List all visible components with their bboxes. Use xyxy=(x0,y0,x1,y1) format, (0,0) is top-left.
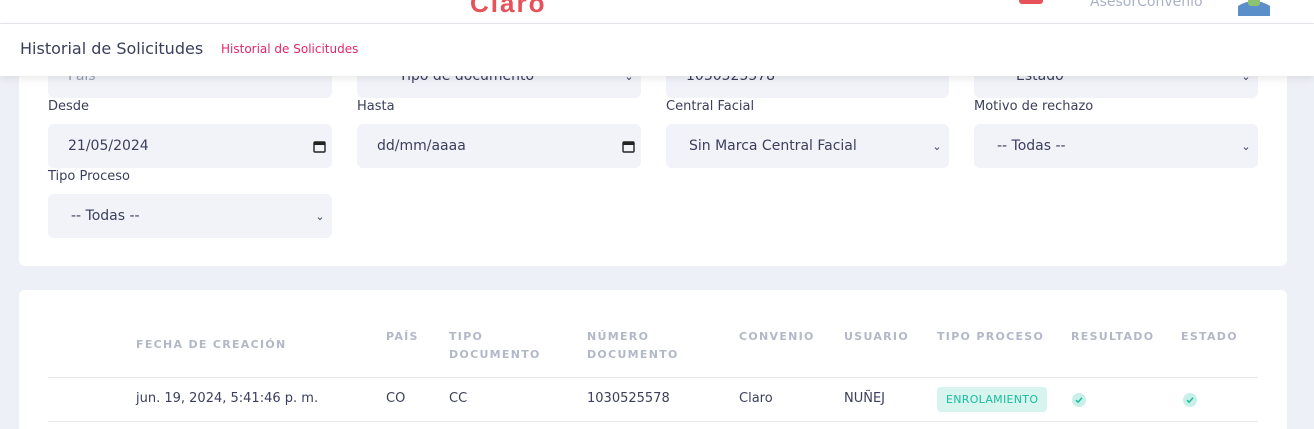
th-numero-documento[interactable]: NÚMERO DOCUMENTO xyxy=(587,328,679,364)
column-header-label: DOCUMENTO xyxy=(449,348,541,361)
motivo-rechazo-value: -- Todas -- xyxy=(997,138,1066,154)
cell-fecha: jun. 19, 2024, 5:41:46 p. m. xyxy=(136,391,319,406)
cell-convenio: Claro xyxy=(739,391,773,406)
page-title: Historial de Solicitudes xyxy=(20,39,204,58)
user-name[interactable]: AsesorConvenio xyxy=(1090,0,1203,10)
cell-tipo-documento: CC xyxy=(449,391,468,406)
chevron-down-icon: ⌄ xyxy=(315,209,325,223)
desde-date-input[interactable]: 21/05/2024 xyxy=(48,124,332,168)
notification-icon[interactable] xyxy=(1019,0,1043,4)
column-header-label: CONVENIO xyxy=(739,330,815,343)
th-tipo-documento[interactable]: TIPO DOCUMENTO xyxy=(449,328,541,364)
column-header-label: TIPO xyxy=(449,330,484,343)
column-header-label: RESULTADO xyxy=(1071,330,1155,343)
column-header-label: DOCUMENTO xyxy=(587,348,679,361)
th-tipo-proceso[interactable]: TIPO PROCESO xyxy=(937,328,1044,346)
th-convenio[interactable]: CONVENIO xyxy=(739,328,815,346)
avatar[interactable] xyxy=(1236,0,1272,16)
desde-label: Desde xyxy=(48,99,90,114)
tipo-proceso-label: Tipo Proceso xyxy=(48,169,130,184)
cell-pais: CO xyxy=(386,391,406,406)
brand-logo[interactable]: Claro xyxy=(470,0,546,19)
motivo-rechazo-label: Motivo de rechazo xyxy=(974,99,1094,114)
th-pais[interactable]: PAÍS xyxy=(386,328,419,346)
column-header-label: USUARIO xyxy=(844,330,909,343)
breadcrumb-link[interactable]: Historial de Solicitudes xyxy=(221,42,358,56)
chevron-down-icon: ⌄ xyxy=(1241,139,1251,153)
status-badge: ENROLAMIENTO xyxy=(937,387,1048,412)
th-resultado[interactable]: RESULTADO xyxy=(1071,328,1154,346)
hasta-value: dd/mm/aaaa xyxy=(377,138,466,154)
breadcrumb: Historial de Solicitudes Historial de So… xyxy=(0,24,1314,76)
row-divider xyxy=(48,421,1258,422)
hasta-date-input[interactable]: dd/mm/aaaa xyxy=(357,124,641,168)
th-usuario[interactable]: USUARIO xyxy=(844,328,909,346)
column-header-label: FECHA DE CREACIÓN xyxy=(136,338,287,351)
cell-usuario: NUÑEJ xyxy=(844,391,886,406)
results-table: FECHA DE CREACIÓN PAÍS TIPO DOCUMENTO NÚMERO… xyxy=(19,290,1287,429)
cell-numero-documento: 1030525578 xyxy=(587,391,670,406)
chevron-down-icon: ⌄ xyxy=(932,139,942,153)
calendar-icon[interactable] xyxy=(306,140,332,153)
column-header-label: PAÍS xyxy=(386,330,419,343)
header-divider xyxy=(48,377,1258,378)
check-icon xyxy=(1183,393,1197,407)
column-header-label: ESTADO xyxy=(1181,330,1238,343)
th-estado[interactable]: ESTADO xyxy=(1181,328,1238,346)
tipo-proceso-select[interactable]: -- Todas -- ⌄ xyxy=(48,194,332,238)
central-facial-value: Sin Marca Central Facial xyxy=(689,138,857,154)
top-header: Claro AsesorConvenio xyxy=(0,0,1314,24)
check-icon xyxy=(1072,393,1086,407)
hasta-label: Hasta xyxy=(357,99,395,114)
th-fecha[interactable]: FECHA DE CREACIÓN xyxy=(136,336,287,354)
column-header-label: NÚMERO xyxy=(587,330,650,343)
desde-value: 21/05/2024 xyxy=(68,138,149,154)
motivo-rechazo-select[interactable]: -- Todas -- ⌄ xyxy=(974,124,1258,168)
tipo-proceso-value: -- Todas -- xyxy=(71,208,140,224)
column-header-label: TIPO PROCESO xyxy=(937,330,1045,343)
central-facial-select[interactable]: Sin Marca Central Facial ⌄ xyxy=(666,124,949,168)
calendar-icon[interactable] xyxy=(615,140,641,153)
central-facial-label: Central Facial xyxy=(666,99,755,114)
